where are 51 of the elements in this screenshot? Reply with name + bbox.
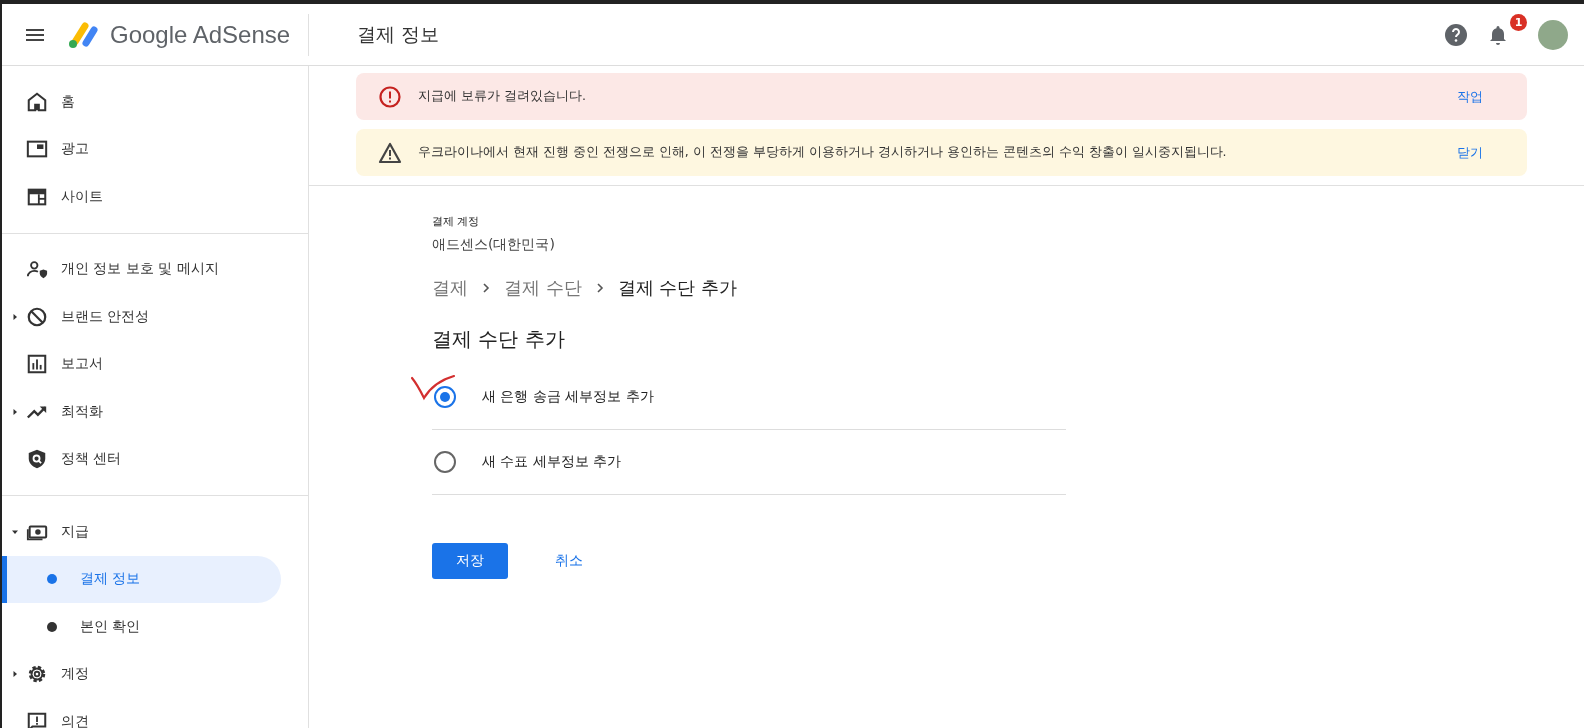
sidebar-item[interactable]: 개인 정보 보호 및 메시지 <box>61 260 219 279</box>
alert-action-link[interactable]: 닫기 <box>1457 143 1483 162</box>
radio-button[interactable] <box>434 386 456 408</box>
chevron-right-icon <box>595 282 604 294</box>
error-icon <box>378 84 402 109</box>
sidebar-item[interactable]: 의견 <box>61 712 89 728</box>
chevron-right-icon <box>482 282 490 294</box>
sidebar-item[interactable]: 사이트 <box>61 187 103 206</box>
sidebar-item[interactable]: 홈 <box>61 92 75 111</box>
section-heading: 결제 수단 추가 <box>432 326 565 353</box>
account-value: 애드센스(대한민국) <box>432 236 555 254</box>
adsense-logo-icon <box>66 19 100 50</box>
help-icon[interactable] <box>1444 22 1468 47</box>
sidebar-item[interactable]: 정책 센터 <box>61 450 122 469</box>
alert-message: 지급에 보류가 걸려있습니다. <box>418 88 586 105</box>
sidebar-item[interactable]: 최적화 <box>61 402 103 421</box>
sidebar-subitem-selected[interactable]: 결제 정보 <box>2 555 281 603</box>
sidebar-item[interactable]: 보고서 <box>61 355 103 374</box>
sidebar-item[interactable]: 브랜드 안전성 <box>61 307 150 326</box>
person-shield-icon <box>26 258 48 281</box>
breadcrumb-link[interactable]: 결제 수단 <box>504 276 582 300</box>
radio-label[interactable]: 새 은행 송금 세부정보 추가 <box>482 388 654 406</box>
bar-chart-icon <box>26 353 48 376</box>
menu-icon[interactable] <box>26 28 44 41</box>
cancel-link[interactable]: 취소 <box>555 552 583 570</box>
save-button[interactable]: 저장 <box>432 543 508 579</box>
alert-message: 우크라이나에서 현재 진행 중인 전쟁으로 인해, 이 전쟁을 부당하게 이용하거나 경시하거나 용인하는 콘텐츠의 수익 창출이 일시중지됩니다. <box>418 144 1227 161</box>
radio-label[interactable]: 새 수표 세부정보 추가 <box>482 453 622 471</box>
shield-search-icon <box>26 448 48 471</box>
feedback-icon <box>26 710 48 728</box>
logo-text: Google AdSense <box>110 20 291 49</box>
warning-icon <box>378 140 402 165</box>
avatar-photo-placeholder[interactable] <box>1538 19 1568 50</box>
caret-down-icon[interactable] <box>12 528 18 535</box>
caret-right-icon[interactable] <box>12 671 18 678</box>
account-label: 결제 계정 <box>432 214 480 229</box>
home-icon <box>26 90 48 113</box>
sidebar-subitem[interactable]: 본인 확인 <box>2 603 281 651</box>
sidebar-item[interactable]: 계정 <box>61 665 89 684</box>
page-title: 결제 정보 <box>357 21 440 47</box>
caret-right-icon[interactable] <box>12 408 18 415</box>
sidebar-item[interactable]: 광고 <box>61 140 89 159</box>
notification-badge: 1 <box>1510 13 1527 31</box>
sidebar-item[interactable]: 지급 <box>61 522 89 541</box>
hand-drawn-check-mark <box>410 374 456 402</box>
breadcrumb-link[interactable]: 결제 <box>432 276 468 300</box>
alert-action-link[interactable]: 작업 <box>1457 87 1483 106</box>
caret-right-icon[interactable] <box>12 313 18 320</box>
breadcrumb-current: 결제 수단 추가 <box>617 276 738 300</box>
radio-button[interactable] <box>434 451 456 473</box>
block-icon <box>26 305 48 328</box>
